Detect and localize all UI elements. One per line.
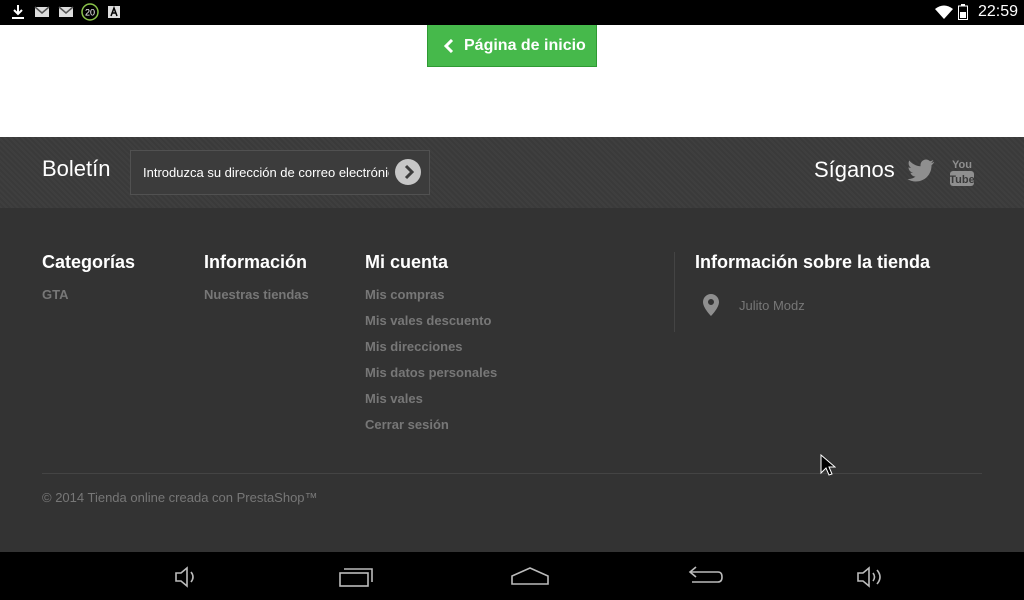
map-pin-icon bbox=[703, 294, 719, 316]
footer-link[interactable]: Mis vales bbox=[365, 391, 497, 417]
twitter-icon[interactable] bbox=[907, 159, 935, 183]
footer-column-title: Información bbox=[204, 252, 308, 272]
back-icon[interactable] bbox=[686, 564, 726, 590]
footer-column-categories: Categorías GTA bbox=[42, 252, 135, 313]
volume-down-icon[interactable] bbox=[168, 564, 208, 590]
chevron-right-icon bbox=[404, 164, 415, 180]
download-icon bbox=[12, 5, 24, 19]
svg-text:You: You bbox=[952, 159, 972, 171]
footer-column-title: Mi cuenta bbox=[365, 252, 449, 272]
badge-count: 20 bbox=[85, 8, 95, 18]
badge-20-icon: 20 bbox=[81, 3, 99, 21]
youtube-icon[interactable]: You Tube bbox=[948, 157, 976, 187]
svg-text:Tube: Tube bbox=[949, 174, 974, 186]
newsletter-section: Boletín Síganos You Tube bbox=[0, 137, 1024, 208]
volume-up-icon[interactable] bbox=[852, 564, 892, 590]
newsletter-title: Boletín bbox=[42, 156, 111, 181]
footer-link[interactable]: GTA bbox=[42, 287, 135, 313]
a-icon bbox=[108, 5, 120, 18]
mouse-cursor-icon bbox=[820, 454, 836, 476]
status-bar: 20 22:59 bbox=[0, 0, 1024, 25]
footer: Categorías GTA Información Nuestras tien… bbox=[0, 208, 1024, 552]
copyright-text: © 2014 Tienda online creada con PrestaSh… bbox=[42, 490, 318, 505]
footer-link[interactable]: Mis datos personales bbox=[365, 365, 497, 391]
home-page-button[interactable]: Página de inicio bbox=[427, 25, 597, 67]
home-icon[interactable] bbox=[510, 564, 550, 590]
footer-link[interactable]: Mis vales descuento bbox=[365, 313, 497, 339]
gmail-icon bbox=[58, 6, 74, 17]
footer-link[interactable]: Nuestras tiendas bbox=[204, 287, 309, 313]
store-information: Información sobre la tienda Julito Modz bbox=[674, 252, 984, 332]
store-name: Julito Modz bbox=[739, 297, 805, 313]
status-clock: 22:59 bbox=[977, 3, 1018, 20]
store-information-title: Información sobre la tienda bbox=[695, 252, 931, 272]
recent-apps-icon[interactable] bbox=[336, 564, 376, 590]
wifi-icon bbox=[935, 5, 953, 19]
home-page-button-label: Página de inicio bbox=[464, 36, 586, 54]
battery-icon bbox=[958, 4, 968, 20]
footer-column-my-account: Mi cuenta Mis compras Mis vales descuent… bbox=[365, 252, 497, 443]
footer-column-information: Información Nuestras tiendas bbox=[204, 252, 309, 313]
store-address: Julito Modz bbox=[703, 294, 805, 316]
newsletter-email-input[interactable] bbox=[143, 151, 389, 194]
follow-us-title: Síganos bbox=[814, 157, 895, 182]
newsletter-submit-button[interactable] bbox=[395, 159, 421, 185]
page-content: Página de inicio bbox=[0, 25, 1024, 137]
newsletter-form bbox=[130, 150, 430, 195]
gmail-icon bbox=[34, 6, 50, 17]
footer-link[interactable]: Mis direcciones bbox=[365, 339, 497, 365]
navigation-bar bbox=[0, 552, 1024, 600]
footer-link[interactable]: Cerrar sesión bbox=[365, 417, 497, 443]
footer-divider bbox=[42, 473, 982, 474]
footer-column-title: Categorías bbox=[42, 252, 136, 272]
chevron-left-icon bbox=[443, 38, 454, 53]
footer-link[interactable]: Mis compras bbox=[365, 287, 497, 313]
